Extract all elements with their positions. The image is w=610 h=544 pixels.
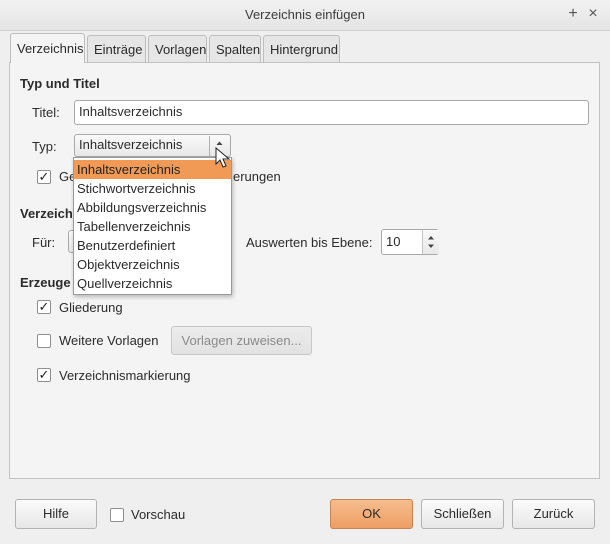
preview-checkbox[interactable] — [110, 508, 124, 522]
index-marks-checkbox[interactable]: ✓ — [37, 368, 51, 382]
title-input[interactable]: Inhaltsverzeichnis — [74, 100, 589, 125]
outline-label: Gliederung — [59, 300, 123, 315]
evaluate-level-label: Auswerten bis Ebene: — [246, 235, 373, 250]
assign-styles-button[interactable]: Vorlagen zuweisen... — [171, 326, 312, 355]
spinner-buttons[interactable] — [422, 230, 439, 254]
tab-verzeichnis[interactable]: Verzeichnis — [10, 33, 85, 63]
tab-hintergrund[interactable]: Hintergrund — [263, 35, 340, 62]
maximize-button[interactable]: + — [565, 5, 581, 23]
close-button[interactable]: Schließen — [421, 499, 504, 529]
section-type-title-heading: Typ und Titel — [20, 76, 100, 91]
type-dropdown-list: Inhaltsverzeichnis Stichwortverzeichnis … — [73, 157, 232, 295]
outline-checkbox[interactable]: ✓ — [37, 300, 51, 314]
title-label: Titel: — [32, 105, 60, 120]
index-marks-label: Verzeichnismarkierung — [59, 368, 191, 383]
type-select-value: Inhaltsverzeichnis — [79, 137, 183, 152]
spinner-arrows-icon — [428, 236, 434, 248]
dropdown-option[interactable]: Quellverzeichnis — [74, 274, 231, 293]
dropdown-option[interactable]: Benutzerdefiniert — [74, 236, 231, 255]
protected-label-end: erungen — [233, 169, 281, 184]
for-label: Für: — [32, 235, 56, 250]
type-select[interactable]: Inhaltsverzeichnis — [74, 134, 231, 157]
window-title: Verzeichnis einfügen — [245, 7, 365, 22]
preview-label: Vorschau — [131, 507, 186, 522]
evaluate-level-spinner[interactable]: 10 — [381, 229, 439, 255]
ok-button[interactable]: OK — [330, 499, 413, 529]
tab-vorlagen[interactable]: Vorlagen — [148, 35, 207, 62]
mouse-pointer-icon — [215, 147, 231, 168]
type-label: Typ: — [32, 139, 57, 154]
more-styles-checkbox[interactable] — [37, 334, 51, 348]
dropdown-option[interactable]: Inhaltsverzeichnis — [74, 160, 231, 179]
dropdown-option[interactable]: Tabellenverzeichnis — [74, 217, 231, 236]
help-button[interactable]: Hilfe — [15, 499, 97, 529]
tab-eintraege[interactable]: Einträge — [87, 35, 146, 62]
dropdown-option[interactable]: Abbildungsverzeichnis — [74, 198, 231, 217]
section-create-from-heading: Erzeuge — [20, 275, 71, 290]
reset-button[interactable]: Zurück — [512, 499, 595, 529]
dropdown-option[interactable]: Objektverzeichnis — [74, 255, 231, 274]
close-icon[interactable]: × — [585, 5, 601, 23]
more-styles-label: Weitere Vorlagen — [59, 333, 159, 348]
dropdown-option[interactable]: Stichwortverzeichnis — [74, 179, 231, 198]
tab-spalten[interactable]: Spalten — [209, 35, 261, 62]
protected-checkbox[interactable]: ✓ — [37, 170, 51, 184]
evaluate-level-value: 10 — [386, 234, 401, 249]
